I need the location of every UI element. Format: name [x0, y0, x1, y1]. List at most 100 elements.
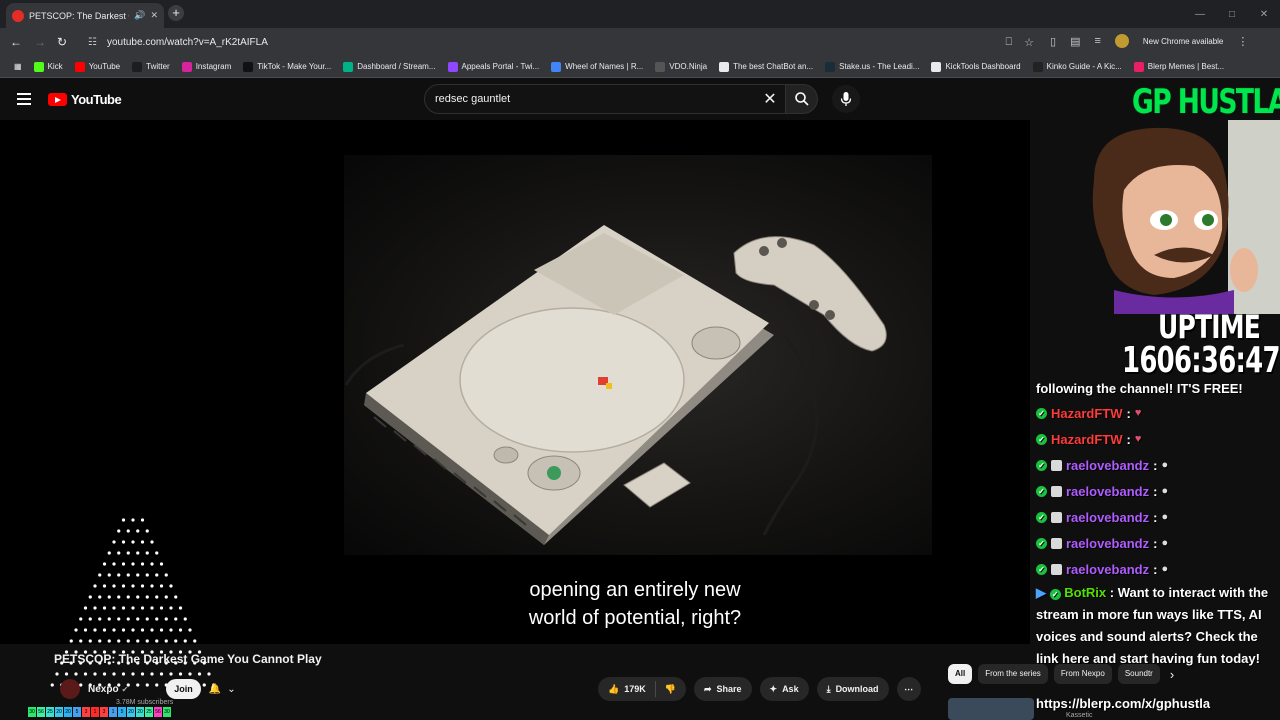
- install-app-icon[interactable]: ⎕: [1006, 36, 1013, 49]
- browser-tab-active[interactable]: PETSCOP: The Darkest Gam 🔊 ✕: [6, 3, 164, 28]
- bookmark-item[interactable]: Dashboard / Stream...: [337, 56, 441, 78]
- browser-toolbar: ← → ↻ ☷ youtube.com/watch?v=A_rK2tAIFLA …: [0, 28, 1280, 56]
- plinko-peg: [155, 551, 159, 555]
- video-frame-playstation-console[interactable]: [344, 155, 932, 555]
- plinko-peg: [207, 672, 211, 676]
- apps-grid-icon[interactable]: ▦: [8, 56, 28, 78]
- plinko-peg: [117, 639, 121, 643]
- bookmark-favicon-icon: [447, 61, 458, 72]
- bookmark-item[interactable]: TikTok - Make Your...: [237, 56, 337, 78]
- bookmark-item[interactable]: The best ChatBot an...: [713, 56, 819, 78]
- plinko-peg: [174, 639, 178, 643]
- reading-list-icon[interactable]: ≡: [1094, 35, 1100, 47]
- like-divider: [654, 681, 656, 697]
- bookmark-item[interactable]: Wheel of Names | R...: [545, 56, 649, 78]
- join-button[interactable]: Join: [166, 679, 201, 699]
- plinko-peg: [131, 606, 135, 610]
- plinko-peg: [112, 540, 116, 544]
- plinko-peg: [131, 518, 135, 522]
- plinko-peg: [183, 639, 187, 643]
- back-icon[interactable]: ←: [8, 34, 24, 50]
- subtitle-line-1: opening an entirely new: [529, 579, 741, 601]
- bookmark-favicon-icon: [132, 61, 143, 72]
- channel-avatar[interactable]: [60, 679, 80, 699]
- bookmark-item[interactable]: Appeals Portal - Twi...: [442, 56, 546, 78]
- bookmark-favicon-icon: [343, 61, 354, 72]
- related-video-thumbnail[interactable]: [948, 698, 1034, 720]
- dislike-icon[interactable]: 👎: [665, 684, 676, 695]
- chat-follow-line: following the channel! IT'S FREE!: [1036, 381, 1243, 396]
- verified-check-icon: ✓: [1036, 459, 1047, 471]
- plinko-peg: [117, 529, 121, 533]
- reload-icon[interactable]: ↻: [54, 34, 70, 50]
- plinko-bin: 20: [64, 707, 72, 717]
- bookmark-item[interactable]: VDO.Ninja: [649, 56, 713, 78]
- like-icon[interactable]: 👍: [608, 684, 619, 695]
- plinko-peg: [102, 584, 107, 588]
- bookmark-favicon-icon: [551, 61, 562, 72]
- bookmark-item[interactable]: Stake.us - The Leadi...: [819, 56, 925, 78]
- filter-chip[interactable]: All: [948, 664, 973, 684]
- bookmark-item[interactable]: Kinko Guide - A Kic...: [1027, 56, 1128, 78]
- download-button[interactable]: ⤓ Download: [816, 677, 889, 701]
- voice-search-button[interactable]: [832, 85, 860, 113]
- chevron-right-icon[interactable]: ›: [1166, 667, 1178, 682]
- bookmark-item[interactable]: Kick: [28, 56, 69, 78]
- bookmark-label: Twitter: [146, 62, 170, 71]
- update-chrome-button[interactable]: New Chrome available: [1143, 37, 1223, 46]
- channel-name[interactable]: Nexpo: [88, 684, 119, 695]
- profile-avatar[interactable]: [1114, 34, 1129, 48]
- more-actions-button[interactable]: ⋯: [896, 677, 921, 701]
- filter-chip[interactable]: From the series: [978, 664, 1048, 684]
- plinko-peg: [188, 672, 192, 676]
- tab-close-icon[interactable]: ✕: [150, 10, 158, 21]
- bookmark-label: The best ChatBot an...: [733, 62, 814, 71]
- new-tab-button[interactable]: +: [168, 5, 184, 21]
- menu-hamburger-icon[interactable]: [17, 93, 31, 108]
- tab-audio-icon[interactable]: 🔊: [134, 10, 145, 21]
- bookmark-item[interactable]: KickTools Dashboard: [925, 56, 1026, 78]
- bookmark-item[interactable]: Instagram: [176, 56, 238, 78]
- video-actions: 👍 179K 👎 ➦ Share ✦ Ask ⤓ Download ⋯: [598, 677, 921, 701]
- bookmark-label: Stake.us - The Leadi...: [839, 62, 920, 71]
- plinko-peg: [145, 639, 149, 643]
- address-bar[interactable]: ☷ youtube.com/watch?v=A_rK2tAIFLA ⎕ ☆: [80, 31, 1040, 53]
- bookmark-item[interactable]: YouTube: [69, 56, 126, 78]
- filter-chip[interactable]: Soundtr: [1117, 664, 1160, 684]
- plinko-peg: [140, 672, 145, 676]
- like-count[interactable]: 179K: [624, 684, 646, 694]
- ask-button[interactable]: ✦ Ask: [759, 677, 809, 701]
- chat-separator: :: [1153, 535, 1158, 551]
- plinko-peg: [117, 551, 121, 555]
- youtube-logo[interactable]: YouTube: [48, 92, 122, 107]
- plinko-peg: [140, 606, 145, 610]
- maximize-icon[interactable]: □: [1216, 0, 1248, 28]
- plinko-peg: [112, 606, 116, 610]
- extensions-icon[interactable]: ▯: [1050, 35, 1056, 48]
- subscribed-bell-button[interactable]: 🔔 ⌄: [209, 684, 236, 695]
- bookmark-item[interactable]: Twitter: [126, 56, 176, 78]
- minimize-icon[interactable]: —: [1184, 0, 1216, 28]
- search-button[interactable]: [786, 84, 818, 114]
- bookmark-item[interactable]: Blerp Memes | Best...: [1128, 56, 1230, 78]
- share-button[interactable]: ➦ Share: [693, 677, 752, 701]
- plinko-peg: [183, 617, 187, 621]
- plinko-peg: [150, 562, 154, 566]
- plinko-bin: 1: [109, 707, 117, 717]
- plinko-peg: [150, 606, 154, 610]
- chrome-menu-icon[interactable]: ⋮: [1237, 35, 1248, 48]
- share-label: Share: [716, 684, 742, 694]
- filter-chip[interactable]: From Nexpo: [1053, 664, 1112, 684]
- clear-search-icon[interactable]: ✕: [755, 89, 785, 109]
- forward-icon[interactable]: →: [32, 34, 48, 50]
- channel-row: Nexpo ✔ 3.78M subscribers Join 🔔 ⌄: [60, 677, 236, 706]
- chat-separator: :: [1153, 509, 1158, 525]
- plinko-peg: [164, 573, 168, 577]
- bookmark-star-icon[interactable]: ☆: [1024, 36, 1034, 49]
- media-icon[interactable]: ▤: [1070, 35, 1080, 48]
- plinko-bin: 5: [73, 707, 81, 717]
- site-info-icon[interactable]: ☷: [88, 37, 97, 48]
- search-input[interactable]: redsec gauntlet ✕: [424, 84, 786, 114]
- window-close-icon[interactable]: ✕: [1248, 0, 1280, 28]
- plinko-peg: [83, 672, 88, 676]
